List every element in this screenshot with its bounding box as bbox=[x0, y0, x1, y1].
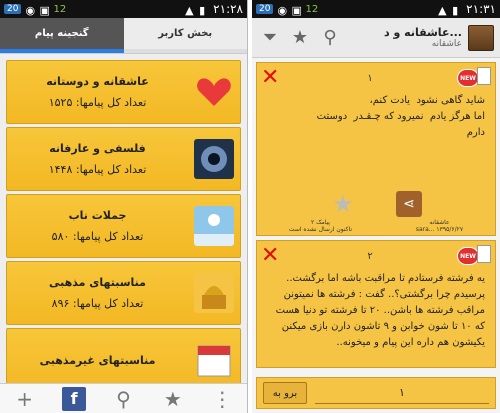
message-text: یه فرشته فرستادم تا مراقبت باشه اما برگش… bbox=[275, 273, 485, 348]
page-subtitle: عاشقانه bbox=[431, 39, 462, 49]
filter-icon[interactable]: ⏷ bbox=[258, 26, 282, 50]
status-bar: 20 ◉ ▣ 12 ▲ ▮ ۲۱:۲۸ bbox=[0, 0, 247, 18]
search-icon[interactable]: ⚲ bbox=[318, 26, 342, 50]
shrine-icon bbox=[194, 273, 234, 313]
signal-count: 12 bbox=[53, 3, 67, 15]
tab-archive[interactable]: گنجینه پیام bbox=[0, 18, 124, 53]
category-title: عاشقانه و دوستانه bbox=[46, 75, 149, 88]
message-card: ✕ ۲ NEW یه فرشته فرستادم تا مراقبت باشه … bbox=[256, 240, 496, 368]
category-card[interactable]: عاشقانه و دوستانه تعداد کل پیامها: ۱۵۲۵ bbox=[6, 60, 241, 124]
clock: ۲۱:۳۱ bbox=[466, 2, 496, 16]
goto-button[interactable]: برو به bbox=[263, 382, 307, 404]
notification-badge: 20 bbox=[4, 4, 22, 14]
delete-icon[interactable]: ✕ bbox=[261, 245, 283, 267]
signal-icon: ▲ bbox=[438, 4, 447, 17]
message-meta: ۲ پیامک تاکنون ارسال نشده است عاشقانه sa… bbox=[288, 219, 464, 233]
message-card: ✕ ۱ NEW شاید گاهی نشود یادت کنم، اما هرگ… bbox=[256, 62, 496, 236]
page-number-input[interactable] bbox=[315, 382, 489, 404]
overflow-menu-icon[interactable]: ⋮ bbox=[210, 387, 234, 411]
category-card[interactable]: فلسفی و عارفانه تعداد کل پیامها: ۱۴۴۸ bbox=[6, 127, 241, 191]
pager-bar: برو به bbox=[256, 377, 496, 409]
action-bar: ⏷ ★ ⚲ عاشقانه و د... عاشقانه bbox=[252, 18, 500, 58]
category-card[interactable]: مناسبتهای مذهبی تعداد کل پیامها: ۸۹۶ bbox=[6, 261, 241, 325]
camera-icon: ◉ bbox=[25, 4, 36, 17]
category-count: تعداد کل پیامها: ۸۹۶ bbox=[51, 297, 144, 310]
message-number: ۱ bbox=[367, 72, 373, 84]
camera-icon: ◉ bbox=[277, 4, 288, 17]
category-list: عاشقانه و دوستانه تعداد کل پیامها: ۱۵۲۵ … bbox=[0, 54, 247, 392]
category-title: جملات ناب bbox=[68, 209, 127, 222]
right-screen: 20 ◉ ▣ 12 ▲ ▮ ۲۱:۳۱ ⏷ ★ ⚲ عاشقانه و د...… bbox=[252, 0, 500, 413]
battery-icon: ▮ bbox=[199, 4, 206, 17]
message-text: شاید گاهی نشود یادت کنم، اما هرگز یادم ن… bbox=[316, 95, 485, 138]
category-title: مناسبتهای غیرمذهبی bbox=[39, 353, 156, 367]
lock-icon: ▣ bbox=[291, 4, 302, 17]
battery-icon: ▮ bbox=[452, 4, 459, 17]
share-icon[interactable]: ⋖ bbox=[396, 191, 422, 217]
status-bar: 20 ◉ ▣ 12 ▲ ▮ ۲۱:۳۱ bbox=[252, 0, 500, 18]
new-copy-icon[interactable]: NEW bbox=[457, 245, 491, 267]
message-number: ۲ bbox=[367, 250, 373, 262]
star-icon[interactable]: ★ bbox=[288, 26, 312, 50]
page-title: عاشقانه و د... bbox=[384, 26, 462, 39]
signal-count: 12 bbox=[305, 3, 319, 15]
star-icon[interactable]: ★ bbox=[161, 387, 185, 411]
notification-badge: 20 bbox=[256, 4, 274, 14]
category-count: تعداد کل پیامها: ۱۴۴۸ bbox=[48, 163, 147, 176]
add-icon[interactable]: + bbox=[13, 387, 37, 411]
category-count: تعداد کل پیامها: ۱۵۲۵ bbox=[48, 96, 147, 109]
new-copy-icon[interactable]: NEW bbox=[457, 67, 491, 89]
delete-icon[interactable]: ✕ bbox=[261, 67, 283, 89]
search-icon[interactable]: ⚲ bbox=[111, 387, 135, 411]
category-title: مناسبتهای مذهبی bbox=[49, 276, 146, 289]
lock-icon: ▣ bbox=[39, 4, 50, 17]
calendar-icon bbox=[197, 345, 231, 377]
signal-icon: ▲ bbox=[185, 4, 194, 17]
favorite-icon[interactable]: ★ bbox=[330, 190, 356, 218]
category-count: تعداد کل پیامها: ۵۸۰ bbox=[51, 230, 144, 243]
eye-icon bbox=[194, 139, 234, 179]
tab-user[interactable]: بخش کاربر bbox=[123, 18, 247, 53]
heart-icon bbox=[197, 78, 231, 106]
left-screen: 20 ◉ ▣ 12 ▲ ▮ ۲۱:۲۸ گنجینه پیام بخش کارب… bbox=[0, 0, 248, 413]
app-logo-icon[interactable] bbox=[468, 24, 494, 51]
sky-icon bbox=[194, 206, 234, 246]
clock: ۲۱:۲۸ bbox=[213, 2, 243, 16]
bottom-toolbar: + f ⚲ ★ ⋮ bbox=[0, 383, 247, 413]
facebook-icon[interactable]: f bbox=[62, 386, 87, 411]
category-card[interactable]: جملات ناب تعداد کل پیامها: ۵۸۰ bbox=[6, 194, 241, 258]
tab-bar: گنجینه پیام بخش کاربر bbox=[0, 18, 247, 54]
category-title: فلسفی و عارفانه bbox=[49, 142, 146, 155]
